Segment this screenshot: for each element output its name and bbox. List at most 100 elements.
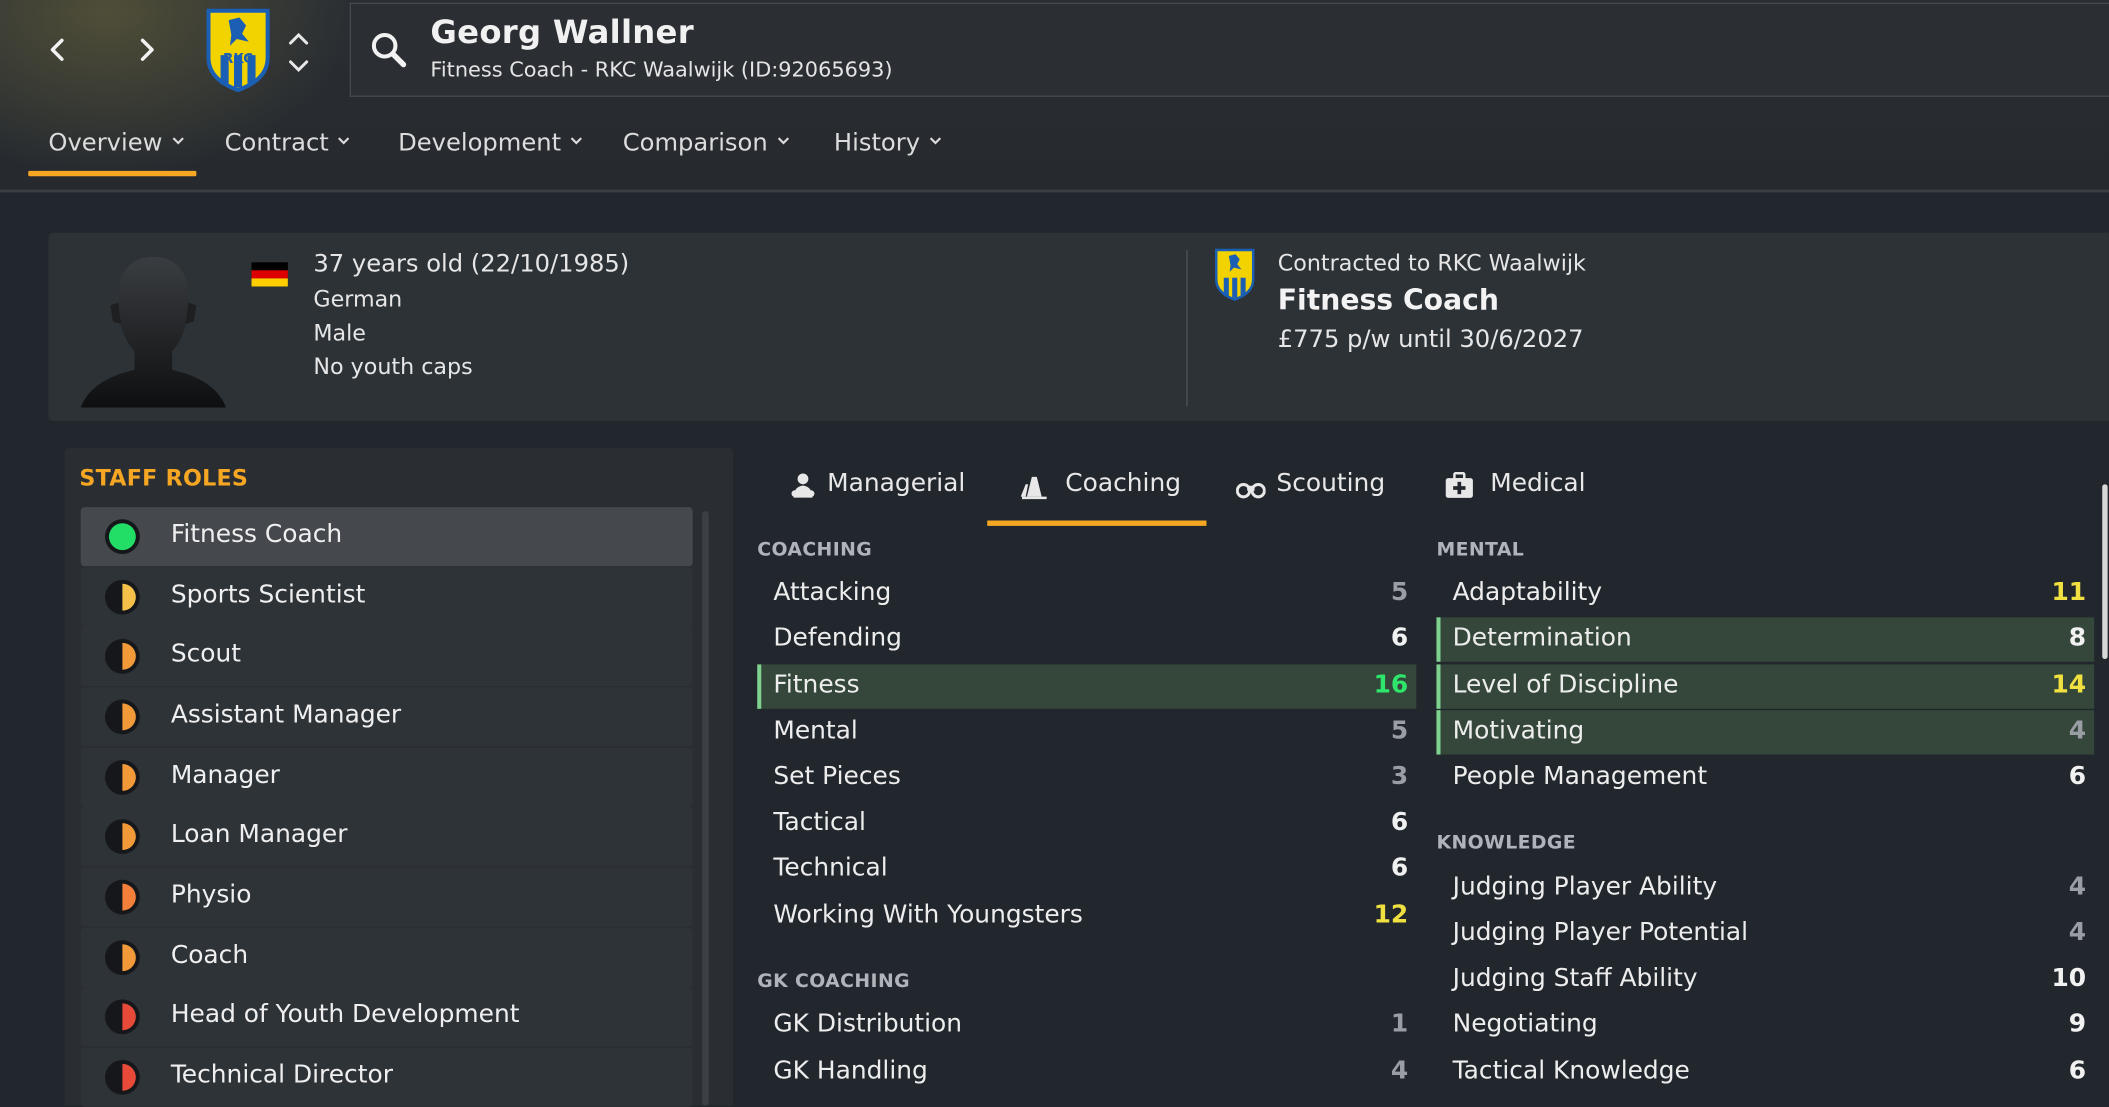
chevron-down-icon bbox=[777, 137, 789, 145]
age-line: 37 years old (22/10/1985) bbox=[313, 250, 630, 279]
attribute-row[interactable]: Fitness 16 bbox=[757, 664, 1417, 709]
attribute-row[interactable]: Judging Player Potential 4 bbox=[1436, 912, 2094, 956]
staff-role-item[interactable]: Fitness Coach bbox=[80, 507, 693, 567]
staff-role-item[interactable]: Loan Manager bbox=[80, 807, 693, 867]
attr-tab-label: Medical bbox=[1490, 469, 1586, 498]
staff-subtitle: Fitness Coach - RKC Waalwijk (ID:9206569… bbox=[430, 57, 893, 83]
tab-history[interactable]: History bbox=[834, 129, 942, 157]
attribute-row[interactable]: Working With Youngsters 12 bbox=[757, 894, 1416, 938]
staff-role-label: Coach bbox=[170, 941, 249, 970]
role-suitability-indicator bbox=[104, 519, 140, 555]
attribute-value: 11 bbox=[2051, 578, 2087, 607]
role-suitability-indicator bbox=[104, 999, 140, 1035]
attribute-value: 3 bbox=[1390, 762, 1409, 791]
attr-tab-managerial[interactable]: Managerial bbox=[788, 469, 966, 498]
staff-role-item[interactable]: Physio bbox=[80, 867, 693, 927]
attribute-row[interactable]: GK Distribution 1 bbox=[757, 1003, 1416, 1047]
attribute-name: Judging Player Ability bbox=[1452, 872, 1718, 902]
staff-role-item[interactable]: Scout bbox=[80, 626, 693, 686]
attribute-name: Judging Player Potential bbox=[1452, 918, 1749, 947]
attribute-row[interactable]: Attacking 5 bbox=[757, 572, 1416, 616]
tab-label: Contract bbox=[224, 129, 329, 158]
attribute-row[interactable]: Mental 5 bbox=[757, 710, 1416, 754]
attribute-name: Mental bbox=[773, 716, 858, 746]
header-divider bbox=[0, 189, 2109, 193]
staff-role-label: Loan Manager bbox=[170, 820, 348, 849]
attribute-name: GK Distribution bbox=[773, 1010, 963, 1039]
club-switch-icon[interactable] bbox=[285, 27, 312, 78]
search-icon[interactable] bbox=[369, 30, 409, 70]
attribute-row[interactable]: Judging Player Ability 4 bbox=[1436, 866, 2094, 910]
attribute-name: Set Pieces bbox=[773, 762, 901, 791]
attribute-row[interactable]: Set Pieces 3 bbox=[757, 756, 1416, 800]
attribute-name: GK Handling bbox=[773, 1057, 928, 1086]
attr-tab-coaching[interactable]: Coaching bbox=[1020, 469, 1181, 500]
role-suitability-indicator bbox=[104, 579, 140, 615]
staff-role-item[interactable]: Technical Director bbox=[80, 1047, 693, 1107]
attribute-row[interactable]: Judging Staff Ability 10 bbox=[1436, 958, 2094, 1002]
attribute-value: 4 bbox=[2068, 918, 2087, 947]
staff-role-item[interactable]: Head of Youth Development bbox=[80, 987, 693, 1047]
attribute-row[interactable]: GK Handling 4 bbox=[757, 1050, 1416, 1094]
contract-role: Fitness Coach bbox=[1277, 283, 1500, 317]
attribute-value: 10 bbox=[2051, 964, 2087, 993]
role-suitability-indicator bbox=[104, 879, 140, 915]
attribute-name: Technical bbox=[773, 854, 888, 883]
attribute-name: Fitness bbox=[773, 671, 860, 700]
attribute-row[interactable]: Technical 6 bbox=[757, 847, 1416, 891]
staff-role-label: Manager bbox=[170, 761, 280, 790]
active-attr-tab-indicator bbox=[987, 520, 1207, 526]
staff-role-item[interactable]: Manager bbox=[80, 747, 693, 807]
attr-tab-scouting[interactable]: Scouting bbox=[1236, 469, 1386, 499]
attribute-name: Adaptability bbox=[1452, 578, 1603, 607]
section-coaching-title: COACHING bbox=[757, 539, 873, 561]
chevron-down-icon bbox=[338, 137, 350, 145]
attribute-value: 6 bbox=[1390, 854, 1409, 883]
attribute-row[interactable]: Negotiating 9 bbox=[1436, 1003, 2094, 1047]
attribute-row[interactable]: Tactical 6 bbox=[757, 802, 1416, 846]
attribute-row[interactable]: Adaptability 11 bbox=[1436, 572, 2094, 616]
crest-text: RKC bbox=[223, 52, 253, 67]
staff-role-item[interactable]: Sports Scientist bbox=[80, 567, 693, 627]
attr-tab-label: Managerial bbox=[827, 469, 966, 498]
nationality-flag bbox=[251, 262, 288, 287]
attribute-value: 6 bbox=[2068, 1057, 2087, 1086]
attribute-name: Tactical Knowledge bbox=[1452, 1057, 1690, 1086]
attr-tab-medical[interactable]: Medical bbox=[1445, 469, 1586, 498]
attribute-name: People Management bbox=[1452, 762, 1708, 791]
tab-development[interactable]: Development bbox=[398, 129, 583, 157]
forward-button[interactable] bbox=[126, 30, 166, 70]
staff-role-label: Head of Youth Development bbox=[170, 1000, 520, 1029]
contract-club-crest bbox=[1214, 248, 1255, 301]
staff-role-label: Scout bbox=[170, 640, 242, 669]
staff-role-label: Technical Director bbox=[170, 1061, 393, 1090]
staff-role-item[interactable]: Assistant Manager bbox=[80, 687, 693, 747]
attribute-row[interactable]: Level of Discipline 14 bbox=[1436, 664, 2095, 709]
club-crest[interactable]: RKC bbox=[204, 7, 271, 93]
attribute-row[interactable]: Determination 8 bbox=[1436, 617, 2095, 662]
staff-role-item[interactable]: Coach bbox=[80, 928, 693, 988]
tab-label: Comparison bbox=[622, 129, 768, 158]
back-button[interactable] bbox=[38, 30, 78, 70]
attribute-row[interactable]: People Management 6 bbox=[1436, 756, 2094, 800]
attribute-value: 1 bbox=[1390, 1010, 1409, 1039]
tab-comparison[interactable]: Comparison bbox=[623, 129, 789, 157]
tab-contract[interactable]: Contract bbox=[225, 129, 351, 157]
attribute-row[interactable]: Motivating 4 bbox=[1436, 710, 2095, 755]
attribute-name: Motivating bbox=[1452, 716, 1585, 746]
tab-overview[interactable]: Overview bbox=[48, 129, 184, 157]
staff-role-label: Physio bbox=[170, 880, 252, 910]
attr-tab-label: Scouting bbox=[1276, 469, 1386, 498]
role-suitability-indicator bbox=[104, 699, 140, 735]
attribute-value: 6 bbox=[1390, 624, 1409, 653]
roles-scrollbar[interactable] bbox=[702, 511, 709, 1106]
section-gk-coaching-title: GK COACHING bbox=[757, 971, 910, 993]
staff-avatar bbox=[80, 256, 226, 408]
page-scrollbar[interactable] bbox=[2101, 484, 2109, 1105]
attribute-row[interactable]: Tactical Knowledge 6 bbox=[1436, 1050, 2094, 1094]
youth-caps: No youth caps bbox=[313, 353, 473, 380]
gender: Male bbox=[313, 320, 366, 346]
attribute-row[interactable]: Defending 6 bbox=[757, 617, 1416, 661]
staff-role-label: Sports Scientist bbox=[170, 581, 366, 610]
coaching-cone-icon bbox=[1020, 476, 1047, 500]
